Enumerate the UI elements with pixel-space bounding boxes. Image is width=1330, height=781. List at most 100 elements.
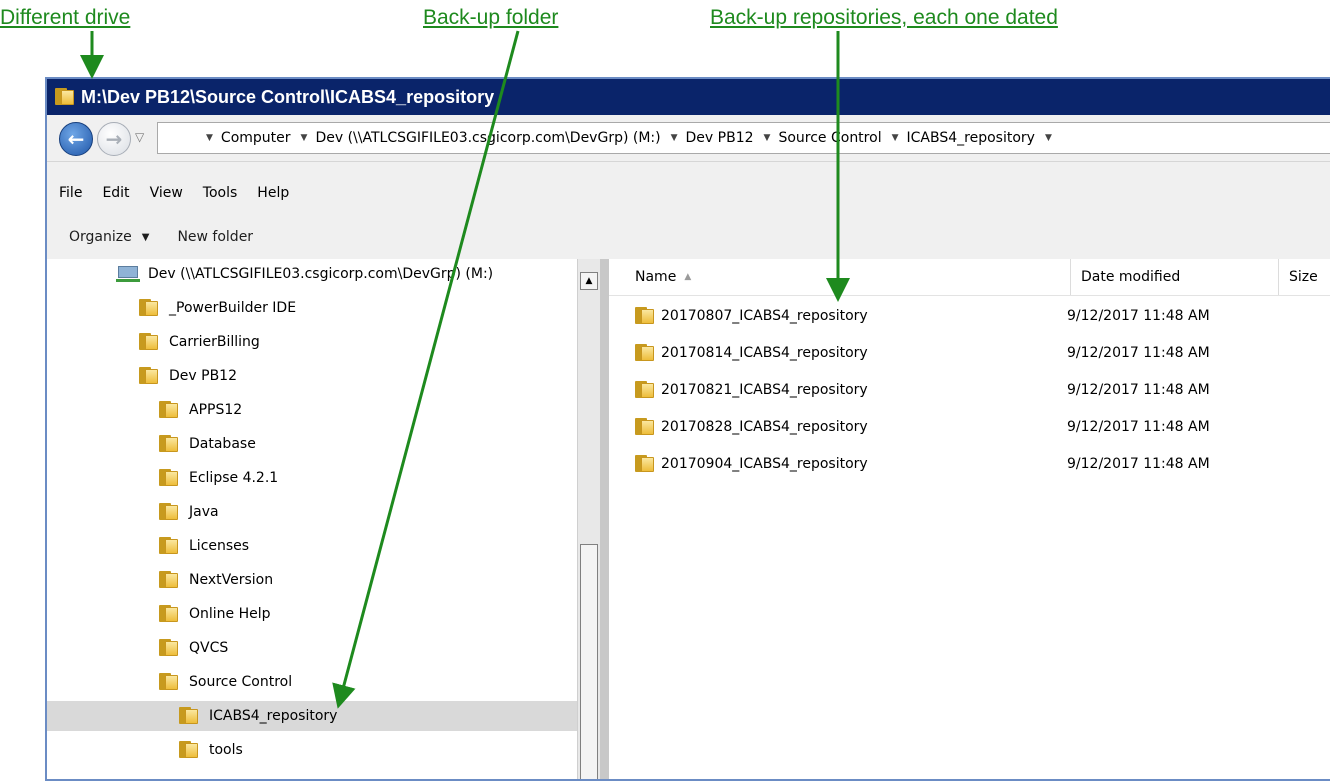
address-crumb-label: ICABS4_repository bbox=[906, 130, 1035, 146]
chevron-down-icon[interactable]: ▼ bbox=[206, 133, 213, 143]
file-name-cell: 20170821_ICABS4_repository bbox=[635, 375, 868, 405]
file-row[interactable]: 20170814_ICABS4_repository 9/12/2017 11:4… bbox=[609, 338, 1329, 368]
organize-button[interactable]: Organize ▼ bbox=[69, 229, 149, 245]
folder-icon bbox=[159, 503, 179, 521]
scrollbar-thumb[interactable] bbox=[580, 544, 598, 779]
folder-icon bbox=[635, 455, 655, 473]
address-bar[interactable]: ▼ Computer ▼ Dev (\\ATLCSGIFILE03.csgicorp.… bbox=[157, 122, 1330, 154]
folder-icon bbox=[55, 88, 75, 106]
file-row[interactable]: 20170807_ICABS4_repository 9/12/2017 11:4… bbox=[609, 301, 1329, 331]
tree-item[interactable]: Dev PB12 bbox=[139, 361, 237, 391]
chevron-down-icon[interactable]: ▼ bbox=[1045, 133, 1052, 143]
sort-ascending-icon: ▲ bbox=[684, 272, 692, 282]
annotation-backup-folder: Back-up folder bbox=[423, 6, 559, 29]
tree-item[interactable]: NextVersion bbox=[159, 565, 273, 595]
column-date-modified[interactable]: Date modified bbox=[1071, 259, 1279, 295]
tree-item-label: Eclipse 4.2.1 bbox=[189, 470, 279, 486]
tree-item[interactable]: CarrierBilling bbox=[139, 327, 260, 357]
folder-icon bbox=[635, 381, 655, 399]
tree-item[interactable]: Database bbox=[159, 429, 256, 459]
address-crumb-label: Computer bbox=[220, 130, 291, 146]
folder-icon bbox=[139, 299, 159, 317]
file-row[interactable]: 20170904_ICABS4_repository 9/12/2017 11:4… bbox=[609, 449, 1329, 479]
address-crumb[interactable]: ▼ Computer bbox=[158, 130, 291, 146]
file-date-modified: 9/12/2017 11:48 AM bbox=[1067, 345, 1210, 361]
folder-icon bbox=[159, 639, 179, 657]
chevron-down-icon[interactable]: ▼ bbox=[301, 133, 308, 143]
new-folder-button[interactable]: New folder bbox=[177, 229, 253, 245]
tree-item[interactable]: tools bbox=[179, 735, 243, 765]
column-name-label: Name bbox=[635, 269, 677, 285]
address-crumb[interactable]: ▼ ICABS4_repository bbox=[882, 130, 1035, 146]
recent-pages-dropdown[interactable]: ▽ bbox=[135, 130, 144, 144]
tree-item-label: _PowerBuilder IDE bbox=[169, 300, 297, 316]
chevron-down-icon[interactable]: ▼ bbox=[892, 133, 899, 143]
menu-view[interactable]: View bbox=[150, 185, 183, 209]
back-button[interactable]: ← bbox=[59, 122, 93, 156]
chevron-down-icon[interactable]: ▼ bbox=[671, 133, 678, 143]
file-list: Name ▲ Date modified Size 20170807_ICABS… bbox=[609, 259, 1330, 779]
tree-item[interactable]: APPS12 bbox=[159, 395, 242, 425]
file-name: 20170828_ICABS4_repository bbox=[661, 419, 868, 435]
tree-item-label: ICABS4_repository bbox=[209, 708, 338, 724]
tree-item[interactable]: Dev (\\ATLCSGIFILE03.csgicorp.com\DevGrp… bbox=[116, 259, 493, 289]
file-name: 20170814_ICABS4_repository bbox=[661, 345, 868, 361]
chevron-down-icon[interactable]: ▼ bbox=[764, 133, 771, 143]
tree-item-label: tools bbox=[209, 742, 243, 758]
address-crumb[interactable]: ▼ Dev (\\ATLCSGIFILE03.csgicorp.com\DevGr… bbox=[291, 130, 661, 146]
forward-arrow-icon: → bbox=[105, 127, 123, 151]
tree-item[interactable]: Online Help bbox=[159, 599, 271, 629]
file-name-cell: 20170904_ICABS4_repository bbox=[635, 449, 868, 479]
tree-item[interactable]: QVCS bbox=[159, 633, 228, 663]
folder-icon bbox=[159, 435, 179, 453]
window-title: M:\Dev PB12\Source Control\ICABS4_reposi… bbox=[81, 86, 495, 107]
file-name-cell: 20170828_ICABS4_repository bbox=[635, 412, 868, 442]
folder-icon bbox=[635, 307, 655, 325]
file-name: 20170807_ICABS4_repository bbox=[661, 308, 868, 324]
file-name-cell: 20170814_ICABS4_repository bbox=[635, 338, 868, 368]
tree-item[interactable]: ICABS4_repository bbox=[47, 701, 577, 731]
forward-button[interactable]: → bbox=[97, 122, 131, 156]
folder-icon bbox=[179, 707, 199, 725]
menu-help[interactable]: Help bbox=[257, 185, 289, 209]
tree-item-label: Source Control bbox=[189, 674, 293, 690]
annotation-different-drive: Different drive bbox=[0, 6, 131, 29]
column-name[interactable]: Name ▲ bbox=[609, 259, 1071, 295]
explorer-window: M:\Dev PB12\Source Control\ICABS4_reposi… bbox=[45, 77, 1330, 781]
folder-icon bbox=[179, 741, 199, 759]
tree-item-label: NextVersion bbox=[189, 572, 274, 588]
tree-item[interactable]: Eclipse 4.2.1 bbox=[159, 463, 278, 493]
address-crumb[interactable]: ▼ Source Control bbox=[754, 130, 882, 146]
file-name: 20170821_ICABS4_repository bbox=[661, 382, 868, 398]
address-crumb-label: Dev (\\ATLCSGIFILE03.csgicorp.com\DevGrp… bbox=[315, 130, 661, 146]
tree-item-label: Dev PB12 bbox=[169, 368, 237, 384]
address-crumb[interactable]: ▼ Dev PB12 bbox=[661, 130, 754, 146]
menu-tools[interactable]: Tools bbox=[203, 185, 238, 209]
tree-scrollbar[interactable]: ▲ bbox=[577, 259, 600, 779]
folder-icon bbox=[159, 605, 179, 623]
file-row[interactable]: 20170828_ICABS4_repository 9/12/2017 11:4… bbox=[609, 412, 1329, 442]
annotation-backup-repositories: Back-up repositories, each one dated bbox=[710, 6, 1058, 29]
menu-file[interactable]: File bbox=[59, 185, 82, 209]
tree-item[interactable]: _PowerBuilder IDE bbox=[139, 293, 296, 323]
address-crumb-label: Dev PB12 bbox=[685, 130, 754, 146]
pane-splitter[interactable] bbox=[600, 259, 609, 779]
scroll-up-icon[interactable]: ▲ bbox=[580, 272, 598, 290]
tree-item[interactable]: Java bbox=[159, 497, 219, 527]
menu-edit[interactable]: Edit bbox=[102, 185, 129, 209]
folder-icon bbox=[139, 367, 159, 385]
tree-item[interactable]: Licenses bbox=[159, 531, 249, 561]
file-date-modified: 9/12/2017 11:48 AM bbox=[1067, 419, 1210, 435]
tree-item-label: Online Help bbox=[189, 606, 271, 622]
file-date-modified: 9/12/2017 11:48 AM bbox=[1067, 456, 1210, 472]
file-date-modified: 9/12/2017 11:48 AM bbox=[1067, 382, 1210, 398]
tree-item[interactable]: Source Control bbox=[159, 667, 292, 697]
tree-item-label: Dev (\\ATLCSGIFILE03.csgicorp.com\DevGrp… bbox=[148, 266, 494, 282]
tree-item-label: QVCS bbox=[189, 640, 229, 656]
column-size[interactable]: Size bbox=[1279, 259, 1330, 295]
file-name-cell: 20170807_ICABS4_repository bbox=[635, 301, 868, 331]
file-row[interactable]: 20170821_ICABS4_repository 9/12/2017 11:4… bbox=[609, 375, 1329, 405]
column-header: Name ▲ Date modified Size bbox=[609, 259, 1330, 296]
file-date-modified: 9/12/2017 11:48 AM bbox=[1067, 308, 1210, 324]
folder-icon bbox=[139, 333, 159, 351]
